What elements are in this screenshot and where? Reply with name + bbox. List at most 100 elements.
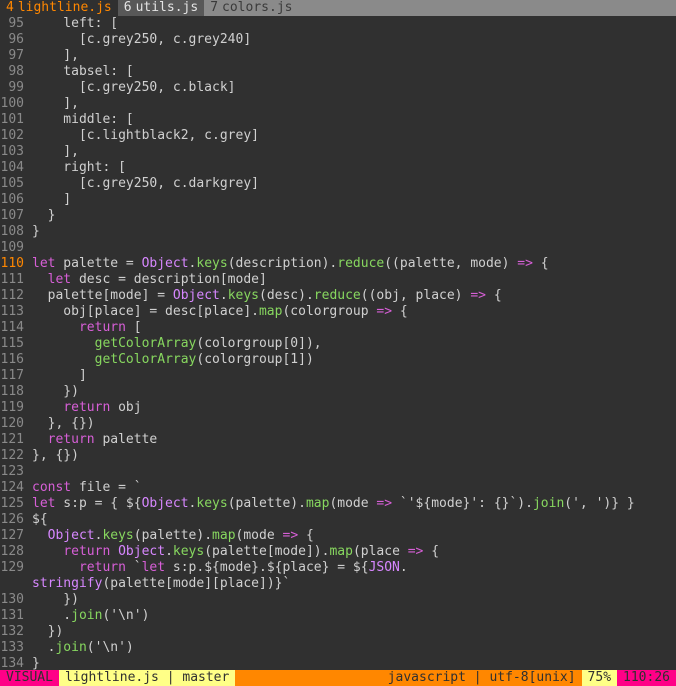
line-text: [c.grey250, c.darkgrey] [32,176,259,191]
line-number: 119 [0,400,24,415]
line-number: 112 [0,288,24,303]
statusline: VISUAL lightline.js | master javascript … [0,670,676,686]
code-line[interactable]: 129 return `let s:p.${mode}.${place} = $… [0,560,676,576]
line-number: 116 [0,352,24,367]
code-line[interactable]: 119 return obj [0,400,676,416]
code-line[interactable]: 133 .join('\n') [0,640,676,656]
line-number: 130 [0,592,24,607]
tab-lightline-js[interactable]: 4 lightline.js [0,0,118,16]
code-line[interactable]: 125 let s:p = { ${Object.keys(palette).ma… [0,496,676,512]
line-text: let palette = Object.keys(description).r… [32,256,549,271]
line-number: 117 [0,368,24,383]
code-line[interactable]: 126 ${ [0,512,676,528]
line-text: ], [32,96,79,111]
line-number: 99 [8,80,24,95]
code-line[interactable]: 128 return Object.keys(palette[mode]).ma… [0,544,676,560]
statusline-cursor-position: 110:26 [617,670,676,686]
line-text: const file = ` [32,480,142,495]
line-number: 132 [0,624,24,639]
line-number: 127 [0,528,24,543]
code-line[interactable]: 117 ] [0,368,676,384]
code-line[interactable]: 96 [c.grey250, c.grey240] [0,32,676,48]
line-number: 102 [0,128,24,143]
code-line[interactable]: 132 }) [0,624,676,640]
code-line[interactable]: 116 getColorArray(colorgroup[1]) [0,352,676,368]
line-text: return Object.keys(palette[mode]).map(pl… [63,544,440,559]
tab-colors-js[interactable]: 7 colors.js [204,0,299,16]
line-text: }, {}) [32,416,95,431]
line-text: obj[place] = desc[place].map(colorgroup … [32,304,408,319]
code-line[interactable]: 101 middle: [ [0,112,676,128]
code-line[interactable]: 131 .join('\n') [0,608,676,624]
line-number: 126 [0,512,24,527]
code-line[interactable]: 113 obj[place] = desc[place].map(colorgr… [0,304,676,320]
code-line[interactable]: 123 [0,464,676,480]
line-text: getColorArray(colorgroup[1]) [94,352,314,367]
line-text: palette[mode] = Object.keys(desc).reduce… [32,288,502,303]
line-number: 129 [0,560,24,575]
line-number: 121 [0,432,24,447]
tab-number: 4 [6,0,14,15]
line-number: 111 [0,272,24,287]
code-line[interactable]: 97 ], [0,48,676,64]
line-number: 122 [0,448,24,463]
code-line[interactable]: 124 const file = ` [0,480,676,496]
code-line[interactable]: 98 tabsel: [ [0,64,676,80]
line-number: 98 [8,64,24,79]
line-text: [c.lightblack2, c.grey] [32,128,259,143]
code-line[interactable]: 114 return [ [0,320,676,336]
code-line[interactable]: 120 }, {}) [0,416,676,432]
code-line[interactable]: 130 }) [0,592,676,608]
line-text: ], [32,48,79,63]
tabline: 4 lightline.js 6 utils.js 7 colors.js [0,0,676,16]
line-text: }, {}) [32,448,79,463]
line-text: return obj [63,400,142,415]
code-line[interactable]: 99 [c.grey250, c.black] [0,80,676,96]
code-line[interactable]: 134} [0,656,676,670]
code-line[interactable]: stringify(palette[mode][place])}` [0,576,676,592]
line-number: 133 [0,640,24,655]
editor-buffer[interactable]: 95 left: [96 [c.grey250, c.grey240] 97 ],… [0,16,676,670]
code-line[interactable]: 95 left: [ [0,16,676,32]
code-line[interactable]: 105 [c.grey250, c.darkgrey] [0,176,676,192]
code-line[interactable]: 110 let palette = Object.keys(description… [0,256,676,272]
line-number: 134 [0,656,24,670]
code-line[interactable]: 121 return palette [0,432,676,448]
line-text: stringify(palette[mode][place])}` [32,576,291,591]
line-text: } [32,656,40,670]
line-number: 115 [0,336,24,351]
code-line[interactable]: 109 [0,240,676,256]
line-text: return [ [78,320,142,335]
code-line[interactable]: 111 let desc = description[mode] [0,272,676,288]
line-number: 114 [0,320,24,335]
line-number: 100 [0,96,24,111]
line-number: 107 [0,208,24,223]
code-line[interactable]: 100 ], [0,96,676,112]
line-number [0,576,32,592]
line-number: 110 [0,256,24,271]
code-line[interactable]: 106 ] [0,192,676,208]
code-line[interactable]: 104 right: [ [0,160,676,176]
code-line[interactable]: 127 Object.keys(palette).map(mode => { [0,528,676,544]
code-line[interactable]: 118 }) [0,384,676,400]
line-number: 123 [0,464,24,479]
line-text: left: [ [32,16,119,31]
line-number: 101 [0,112,24,127]
code-line[interactable]: 108} [0,224,676,240]
code-line[interactable]: 103 ], [0,144,676,160]
line-text: ] [32,368,87,383]
code-line[interactable]: 112 palette[mode] = Object.keys(desc).re… [0,288,676,304]
tab-label: colors.js [222,0,293,15]
line-text: tabsel: [ [32,64,134,79]
code-line[interactable]: 107 } [0,208,676,224]
tab-utils-js[interactable]: 6 utils.js [117,0,205,16]
statusline-percent: 75% [581,670,618,686]
mode-indicator: VISUAL [0,670,59,686]
line-number: 108 [0,224,24,239]
code-line[interactable]: 122 }, {}) [0,448,676,464]
code-line[interactable]: 102 [c.lightblack2, c.grey] [0,128,676,144]
line-number: 95 [8,16,24,31]
line-number: 118 [0,384,24,399]
code-line[interactable]: 115 getColorArray(colorgroup[0]), [0,336,676,352]
line-number: 120 [0,416,24,431]
